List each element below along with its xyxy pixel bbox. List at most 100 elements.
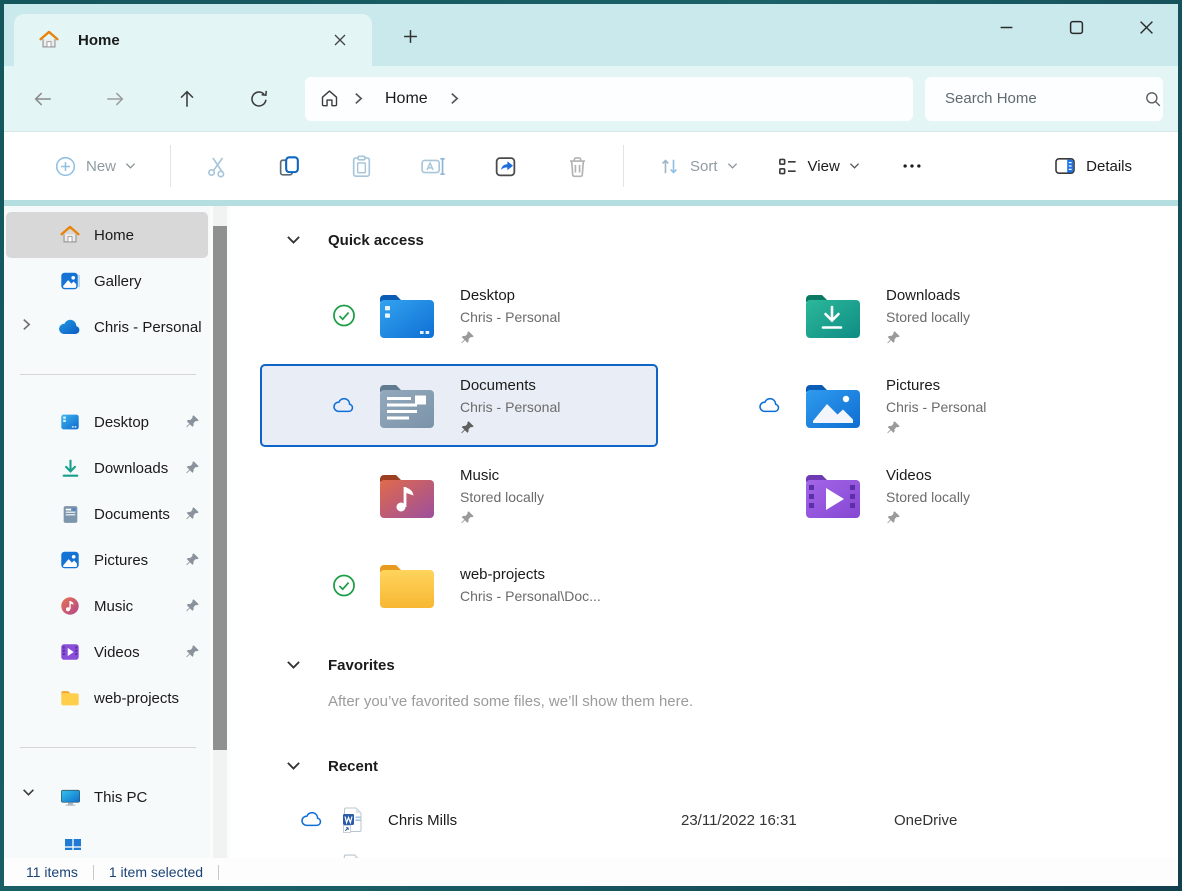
chevron-right-icon[interactable] — [450, 92, 459, 105]
cut-button[interactable] — [195, 144, 239, 188]
sidebar-item-label: Gallery — [94, 273, 142, 290]
tile-name: Videos — [886, 465, 970, 487]
tile-web-projects[interactable]: web-projects Chris - Personal\Doc... — [260, 544, 658, 627]
tile-music[interactable]: Music Stored locally — [260, 454, 658, 537]
desktop-folder-icon — [374, 289, 438, 343]
navigation-pane: Home Gallery — [4, 206, 210, 858]
chevron-down-icon[interactable] — [286, 235, 302, 245]
section-title: Favorites — [328, 657, 395, 674]
breadcrumb-home-icon[interactable] — [319, 88, 340, 109]
sidebar-item-label: Chris - Personal — [94, 319, 202, 336]
pin-icon — [185, 460, 200, 475]
rename-button[interactable] — [411, 144, 455, 188]
tile-subtitle: Stored locally — [460, 487, 544, 508]
tile-name: Downloads — [886, 285, 970, 307]
chevron-down-icon[interactable] — [22, 788, 35, 797]
chevron-down-icon — [849, 162, 860, 170]
toolbar-divider — [170, 145, 171, 187]
command-toolbar: New — [4, 132, 1178, 200]
cloud-icon — [300, 811, 324, 829]
sidebar-item-onedrive[interactable]: Chris - Personal — [6, 304, 208, 350]
section-title: Recent — [328, 758, 378, 775]
tab-home[interactable]: Home — [14, 14, 372, 66]
copy-button[interactable] — [267, 144, 311, 188]
selection-count: 1 item selected — [109, 864, 203, 880]
sort-button[interactable]: Sort — [648, 147, 748, 186]
sidebar-item-home[interactable]: Home — [6, 212, 208, 258]
cloud-icon — [332, 397, 356, 415]
scrollbar-thumb[interactable] — [213, 226, 227, 750]
sidebar-item-gallery[interactable]: Gallery — [6, 258, 208, 304]
chevron-down-icon[interactable] — [286, 761, 302, 771]
sidebar-item-desktop[interactable]: Desktop — [6, 399, 208, 445]
refresh-button[interactable] — [240, 80, 278, 118]
tile-documents[interactable]: Documents Chris - Personal — [260, 364, 658, 447]
videos-folder-icon — [800, 469, 864, 523]
search-box — [925, 77, 1163, 121]
sidebar-item-this-pc[interactable]: This PC — [6, 774, 208, 820]
sidebar-item-downloads[interactable]: Downloads — [6, 445, 208, 491]
chevron-right-icon — [354, 92, 363, 105]
recent-file-date: 23/11/2022 16:31 — [681, 812, 894, 829]
music-folder-icon — [374, 469, 438, 523]
sidebar-item-music[interactable]: Music — [6, 583, 208, 629]
tile-subtitle: Chris - Personal — [886, 397, 986, 418]
delete-button[interactable] — [555, 144, 599, 188]
tile-subtitle: Stored locally — [886, 487, 970, 508]
chevron-down-icon — [727, 162, 738, 170]
tile-downloads[interactable]: Downloads Stored locally — [686, 274, 1084, 357]
new-tab-button[interactable] — [394, 20, 426, 52]
content-pane: Quick access — [230, 206, 1178, 858]
search-input[interactable] — [945, 90, 1144, 107]
minimize-button[interactable] — [984, 8, 1028, 46]
up-button[interactable] — [168, 80, 206, 118]
details-button[interactable]: Details — [1043, 146, 1142, 186]
view-button[interactable]: View — [766, 147, 870, 186]
search-icon[interactable] — [1144, 90, 1162, 108]
sidebar-item-label: This PC — [94, 789, 147, 806]
breadcrumb-home[interactable]: Home — [377, 86, 436, 112]
tile-desktop[interactable]: Desktop Chris - Personal — [260, 274, 658, 357]
sidebar-item-videos[interactable]: Videos — [6, 629, 208, 675]
more-options-button[interactable] — [890, 144, 934, 188]
sidebar-divider — [20, 747, 196, 748]
tile-pictures[interactable]: Pictures Chris - Personal — [686, 364, 1084, 447]
sidebar-item-documents[interactable]: Documents — [6, 491, 208, 537]
back-button[interactable] — [24, 80, 62, 118]
pin-icon — [886, 510, 970, 526]
tile-videos[interactable]: Videos Stored locally — [686, 454, 1084, 537]
section-title: Quick access — [328, 232, 424, 249]
pin-icon — [185, 506, 200, 521]
sidebar-item-label: Home — [94, 227, 134, 244]
sidebar-item-web-projects[interactable]: web-projects — [6, 675, 208, 721]
statusbar-divider — [218, 865, 219, 880]
new-button[interactable]: New — [44, 147, 146, 186]
paste-button[interactable] — [339, 144, 383, 188]
sidebar-item-pictures[interactable]: Pictures — [6, 537, 208, 583]
maximize-button[interactable] — [1054, 8, 1098, 46]
tab-close-icon[interactable] — [326, 26, 354, 54]
cloud-icon — [758, 397, 782, 415]
tile-name: Music — [460, 465, 544, 487]
tile-name: Documents — [460, 375, 560, 397]
chevron-right-icon[interactable] — [22, 318, 31, 331]
pin-icon — [886, 330, 970, 346]
close-button[interactable] — [1124, 8, 1168, 46]
chevron-down-icon[interactable] — [286, 660, 302, 670]
details-pane-icon — [1053, 154, 1077, 178]
sort-icon — [658, 155, 681, 178]
forward-button[interactable] — [96, 80, 134, 118]
tile-subtitle: Stored locally — [886, 307, 970, 328]
tile-subtitle: Chris - Personal\Doc... — [460, 586, 601, 607]
music-icon — [58, 594, 82, 618]
share-button[interactable] — [483, 144, 527, 188]
sidebar-item-partial[interactable] — [4, 820, 210, 850]
pin-icon — [886, 420, 986, 436]
sidebar-item-label: web-projects — [94, 690, 179, 707]
recent-file-location: OneDrive — [894, 812, 957, 829]
recent-file-row[interactable]: Chris Mills 23/11/2022 16:31 OneDrive — [230, 800, 1178, 840]
pin-icon — [185, 552, 200, 567]
address-bar[interactable]: Home — [305, 77, 913, 121]
tab-title: Home — [78, 32, 326, 49]
sidebar-item-label: Downloads — [94, 460, 168, 477]
